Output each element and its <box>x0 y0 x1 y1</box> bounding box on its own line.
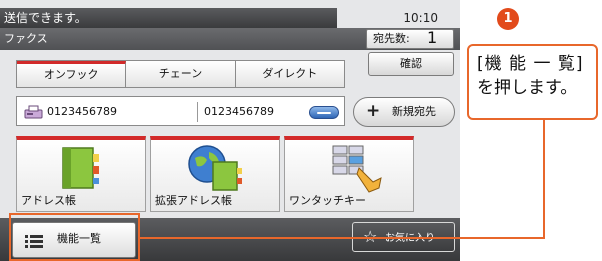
step-number-badge: 1 <box>497 8 519 30</box>
destination-count-value: 1 <box>427 28 438 47</box>
address-book-tile[interactable]: アドレス帳 <box>16 136 146 212</box>
plus-icon: + <box>366 101 381 121</box>
one-touch-key-label: ワンタッチキー <box>289 194 366 207</box>
highlight-box <box>9 213 140 261</box>
status-time: 10:10 <box>403 11 438 25</box>
tab-onhook[interactable]: オンフック <box>17 61 127 87</box>
status-bar: 送信できます。 10:10 <box>0 8 460 28</box>
connector-line-horizontal <box>140 237 545 239</box>
new-destination-button[interactable]: + 新規宛先 <box>353 97 455 127</box>
status-message: 送信できます。 <box>4 11 87 25</box>
callout-line-1: [機 能 一 覧] <box>477 54 584 74</box>
fax-icon <box>24 105 43 119</box>
new-destination-label: 新規宛先 <box>392 105 436 118</box>
one-touch-key-icon <box>332 145 382 193</box>
destination-count-label: 宛先数: <box>373 32 410 45</box>
connector-line-vertical <box>543 120 545 239</box>
extended-address-book-label: 拡張アドレス帳 <box>155 194 232 207</box>
one-touch-key-tile[interactable]: ワンタッチキー <box>284 136 414 212</box>
send-mode-tabs: オンフック チェーン ダイレクト <box>16 60 345 88</box>
destination-count[interactable]: 宛先数: 1 <box>366 29 454 49</box>
divider <box>197 102 198 122</box>
extended-address-book-tile[interactable]: 拡張アドレス帳 <box>150 136 280 212</box>
extended-address-book-icon <box>188 145 242 191</box>
tab-chain[interactable]: チェーン <box>126 61 236 87</box>
destination-number-detail: 0123456789 <box>204 105 274 118</box>
confirm-button[interactable]: 確認 <box>368 52 454 76</box>
destination-number: 0123456789 <box>47 105 117 118</box>
instruction-callout: [機 能 一 覧] を押します。 <box>467 44 598 120</box>
address-book-icon <box>62 147 99 189</box>
address-book-label: アドレス帳 <box>21 194 76 207</box>
status-tab <box>337 8 460 28</box>
callout-line-2: を押します。 <box>477 78 578 98</box>
detail-toggle-button[interactable] <box>309 106 339 119</box>
tab-direct[interactable]: ダイレクト <box>235 61 344 87</box>
destination-number-bar[interactable]: 0123456789 0123456789 <box>16 96 345 126</box>
